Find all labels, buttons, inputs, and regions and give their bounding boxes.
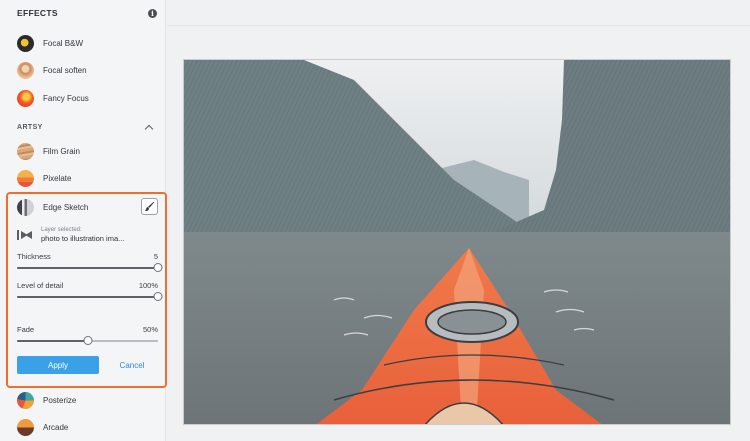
- effect-label: Posterize: [43, 395, 77, 405]
- slider-track[interactable]: [17, 263, 163, 272]
- effect-item-fancy-focus[interactable]: Fancy Focus: [0, 85, 166, 111]
- layer-icon: [17, 229, 34, 241]
- slider-fill: [17, 340, 88, 342]
- kayak-photo: [184, 60, 730, 424]
- effect-label: Film Grain: [43, 146, 80, 156]
- effect-label: Edge Sketch: [43, 202, 89, 212]
- effect-label: Pixelate: [43, 173, 72, 183]
- photo-canvas[interactable]: [183, 59, 731, 425]
- slider-label: Level of detail: [17, 281, 64, 290]
- effect-item-focal-soften[interactable]: Focal soften: [0, 57, 166, 83]
- fancy-focus-thumb: [17, 89, 34, 107]
- pixelate-thumb: [17, 169, 34, 187]
- cancel-button[interactable]: Cancel: [107, 356, 157, 374]
- effect-item-focal-bw[interactable]: Focal B&W: [0, 30, 166, 56]
- layer-selected-row: Layer selected: photo to illustration im…: [17, 226, 162, 244]
- chevron-up-icon[interactable]: [144, 124, 154, 133]
- section-header-artsy[interactable]: ARTSY: [0, 119, 166, 135]
- top-toolbar: [167, 0, 750, 26]
- section-title: ARTSY: [17, 123, 43, 131]
- slider-value: 50%: [142, 325, 158, 334]
- effect-item-pixelate[interactable]: Pixelate: [0, 165, 166, 191]
- brush-icon: [144, 201, 155, 212]
- effect-item-posterize[interactable]: Posterize: [0, 387, 166, 413]
- focal-bw-thumb: [17, 34, 34, 52]
- edge-sketch-editor: Edge Sketch Layer selected: photo to ill…: [6, 192, 167, 388]
- effect-label: Arcade: [43, 422, 69, 432]
- brush-button[interactable]: [141, 198, 158, 215]
- slider-value: 5: [153, 252, 158, 261]
- slider-track[interactable]: [17, 336, 158, 345]
- thickness-slider[interactable]: Thickness 5: [17, 252, 163, 272]
- slider-fill: [17, 296, 158, 298]
- apply-button[interactable]: Apply: [17, 356, 99, 374]
- effects-panel: EFFECTS i Focal B&W Focal soften Fancy F…: [0, 0, 167, 441]
- slider-fill: [17, 267, 158, 269]
- level-of-detail-slider[interactable]: Level of detail 100%: [17, 281, 163, 301]
- effect-label: Focal B&W: [43, 38, 84, 48]
- slider-label: Fade: [17, 325, 35, 334]
- effect-item-arcade[interactable]: Arcade: [0, 414, 166, 440]
- panel-header: EFFECTS i: [0, 0, 165, 26]
- edge-sketch-thumb: [17, 198, 34, 216]
- posterize-thumb: [17, 391, 34, 409]
- focal-soften-thumb: [17, 61, 34, 79]
- film-grain-thumb: [17, 142, 34, 160]
- layer-caption: Layer selected:: [41, 227, 82, 233]
- effect-item-film-grain[interactable]: Film Grain: [0, 138, 166, 164]
- slider-knob[interactable]: [83, 336, 92, 345]
- slider-track[interactable]: [17, 292, 163, 301]
- info-icon[interactable]: i: [148, 8, 157, 18]
- panel-title: EFFECTS: [17, 8, 58, 18]
- effect-label: Focal soften: [43, 65, 87, 75]
- slider-knob[interactable]: [153, 263, 163, 272]
- slider-label: Thickness: [17, 252, 51, 261]
- arcade-thumb: [17, 418, 34, 436]
- slider-knob[interactable]: [153, 292, 163, 301]
- slider-value: 100%: [138, 281, 158, 290]
- layer-name: photo to illustration ima...: [41, 234, 125, 243]
- fade-slider[interactable]: Fade 50%: [17, 325, 158, 345]
- effect-label: Fancy Focus: [43, 93, 89, 103]
